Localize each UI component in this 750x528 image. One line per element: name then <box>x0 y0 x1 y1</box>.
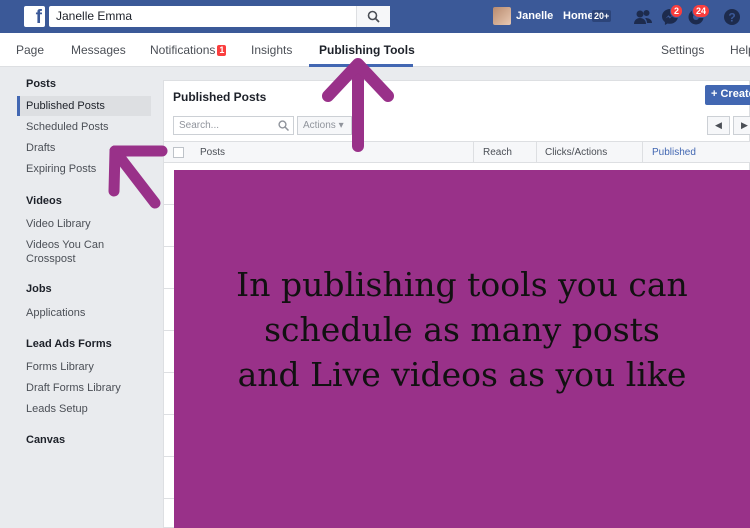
chevron-left-icon: ◀ <box>715 120 722 130</box>
page-title: Published Posts <box>173 90 267 104</box>
sidebar-heading-lead-ads-forms: Lead Ads Forms <box>26 338 112 350</box>
search-placeholder: Search... <box>179 120 220 131</box>
profile-link[interactable]: Janelle <box>516 10 553 22</box>
sidebar-item-drafts[interactable]: Drafts <box>26 141 55 155</box>
posts-search-input[interactable]: Search... <box>173 116 294 135</box>
sidebar-heading-canvas: Canvas <box>26 434 66 446</box>
search-button[interactable] <box>356 6 390 27</box>
sidebar-item-expiring-posts[interactable]: Expiring Posts <box>26 162 96 176</box>
svg-text:?: ? <box>728 11 735 25</box>
sidebar-item-published-posts[interactable]: Published Posts <box>26 99 105 113</box>
tab-settings[interactable]: Settings <box>661 43 704 57</box>
tab-page[interactable]: Page <box>16 43 44 57</box>
caption-line: In publishing tools you can <box>236 265 688 304</box>
tab-messages[interactable]: Messages <box>71 43 126 57</box>
search-icon <box>367 10 380 23</box>
facebook-logo-icon[interactable]: f <box>24 6 45 28</box>
table-row-divider <box>164 330 174 331</box>
caption-overlay: In publishing tools you can schedule as … <box>174 170 750 528</box>
table-row-divider <box>164 372 174 373</box>
search-icon <box>278 120 289 131</box>
help-icon[interactable]: ? <box>722 7 742 27</box>
table-row-divider <box>164 456 174 457</box>
sidebar-heading-posts: Posts <box>26 78 56 90</box>
chevron-right-icon: ▶ <box>741 120 748 130</box>
tab-help[interactable]: Help <box>730 43 750 57</box>
tab-notifications[interactable]: Notifications 1 <box>150 43 227 57</box>
friend-requests-icon[interactable] <box>633 7 653 27</box>
search-value: Janelle Emma <box>56 9 133 23</box>
next-page-button[interactable]: ▶ <box>733 116 750 135</box>
search-input[interactable]: Janelle Emma <box>49 6 390 27</box>
sidebar-item-video-library[interactable]: Video Library <box>26 217 91 231</box>
table-row-divider <box>164 414 174 415</box>
column-reach[interactable]: Reach <box>483 147 512 158</box>
table-header: Posts Reach Clicks/Actions Published <box>164 141 750 163</box>
sidebar-item-draft-forms-library[interactable]: Draft Forms Library <box>26 381 121 395</box>
arrow-up-icon <box>322 58 394 152</box>
column-clicks-actions[interactable]: Clicks/Actions <box>545 147 607 158</box>
tab-publishing-tools[interactable]: Publishing Tools <box>319 43 415 57</box>
caption-text: In publishing tools you can schedule as … <box>174 262 750 397</box>
prev-page-button[interactable]: ◀ <box>707 116 730 135</box>
sidebar-item-scheduled-posts[interactable]: Scheduled Posts <box>26 120 109 134</box>
notifications-badge: 24 <box>692 4 711 18</box>
table-row-divider <box>164 246 174 247</box>
sidebar-item-leads-setup[interactable]: Leads Setup <box>26 402 88 416</box>
column-divider <box>536 142 537 163</box>
home-link[interactable]: Home <box>563 10 594 22</box>
sidebar-item-forms-library[interactable]: Forms Library <box>26 360 94 374</box>
messages-badge: 2 <box>670 4 684 18</box>
notifications-count-badge: 1 <box>217 45 227 56</box>
column-published[interactable]: Published <box>652 147 696 158</box>
table-row-divider <box>164 498 174 499</box>
arrow-diagonal-icon <box>108 145 168 209</box>
table-row-divider <box>164 288 174 289</box>
column-divider <box>642 142 643 163</box>
sidebar-item-videos-crosspost[interactable]: Videos You Can Crosspost <box>26 238 116 266</box>
sidebar-heading-videos: Videos <box>26 195 62 207</box>
top-bar: f Janelle Emma Janelle Home 20+ 2 24 ? <box>0 0 750 33</box>
avatar[interactable] <box>493 7 511 25</box>
column-divider <box>473 142 474 163</box>
sidebar-item-applications[interactable]: Applications <box>26 306 85 320</box>
tab-notifications-label: Notifications <box>150 43 216 57</box>
tab-insights[interactable]: Insights <box>251 43 292 57</box>
caption-line: and Live videos as you like <box>237 355 687 394</box>
home-count-badge: 20+ <box>592 10 612 22</box>
sidebar-heading-jobs: Jobs <box>26 283 52 295</box>
column-posts[interactable]: Posts <box>200 147 225 158</box>
caption-line: schedule as many posts <box>264 310 660 349</box>
create-button[interactable]: + Create <box>705 85 750 105</box>
